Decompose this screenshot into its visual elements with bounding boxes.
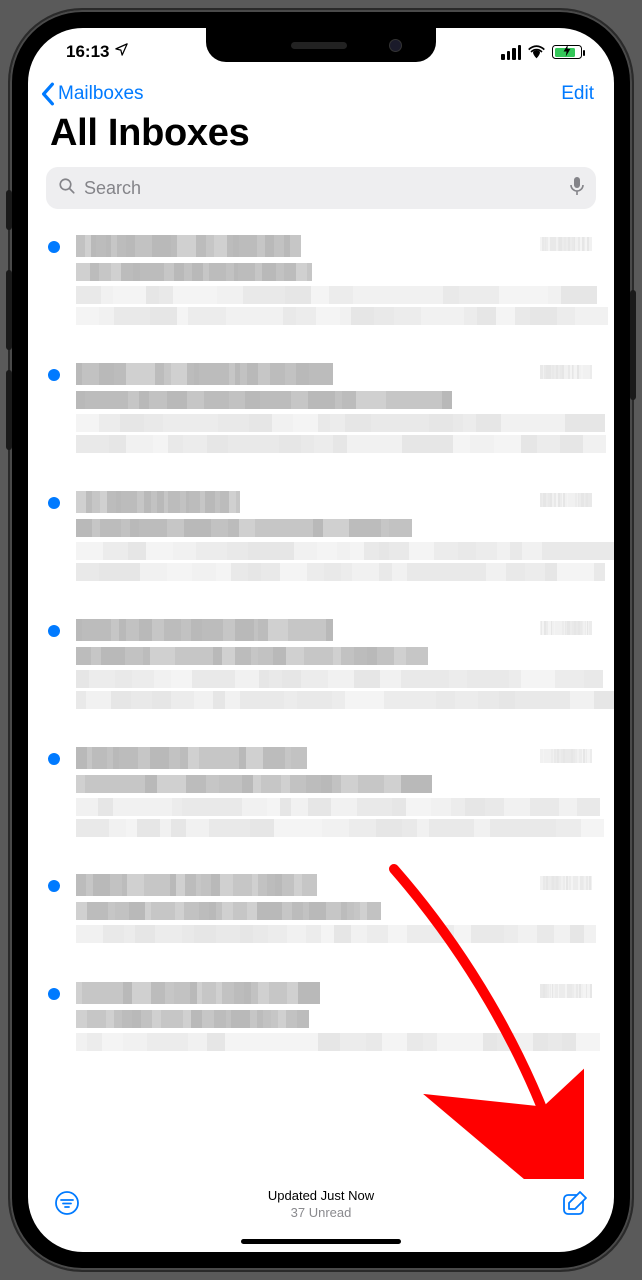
unread-dot-icon: [48, 369, 60, 381]
message-preview: [76, 874, 596, 948]
message-preview: [76, 619, 614, 713]
message-preview: [76, 747, 604, 840]
search-input[interactable]: [84, 178, 562, 199]
message-row[interactable]: [28, 729, 614, 856]
message-row[interactable]: [28, 217, 614, 345]
message-row[interactable]: [28, 601, 614, 729]
unread-dot-icon: [48, 625, 60, 637]
home-indicator[interactable]: [241, 1239, 401, 1244]
back-label: Mailboxes: [58, 83, 144, 105]
clock: 16:13: [66, 42, 109, 62]
message-preview: [76, 235, 608, 329]
page-title: All Inboxes: [28, 108, 614, 167]
message-row[interactable]: [28, 856, 614, 964]
unread-dot-icon: [48, 241, 60, 253]
chevron-left-icon: [40, 82, 56, 106]
bottom-toolbar: Updated Just Now 37 Unread: [28, 1180, 614, 1252]
message-row[interactable]: [28, 345, 614, 473]
unread-count: 37 Unread: [82, 1205, 560, 1222]
message-preview: [76, 982, 600, 1054]
updated-status: Updated Just Now: [82, 1188, 560, 1205]
compose-button[interactable]: [560, 1188, 590, 1218]
filter-button[interactable]: [52, 1188, 82, 1218]
edit-button[interactable]: Edit: [561, 83, 594, 105]
nav-bar: Mailboxes Edit: [28, 76, 614, 108]
unread-dot-icon: [48, 497, 60, 509]
search-icon: [58, 177, 76, 200]
unread-dot-icon: [48, 988, 60, 1000]
message-list[interactable]: [28, 217, 614, 1180]
message-row[interactable]: [28, 473, 614, 601]
message-row[interactable]: [28, 964, 614, 1070]
dictate-icon[interactable]: [570, 176, 584, 201]
message-preview: [76, 363, 606, 457]
unread-dot-icon: [48, 753, 60, 765]
back-button[interactable]: Mailboxes: [40, 82, 144, 106]
unread-dot-icon: [48, 880, 60, 892]
message-preview: [76, 491, 614, 585]
battery-charging-icon: [552, 45, 582, 59]
search-field[interactable]: [46, 167, 596, 209]
location-arrow-icon: [114, 42, 129, 62]
wifi-icon: [527, 45, 546, 59]
cellular-signal-icon: [501, 45, 521, 60]
